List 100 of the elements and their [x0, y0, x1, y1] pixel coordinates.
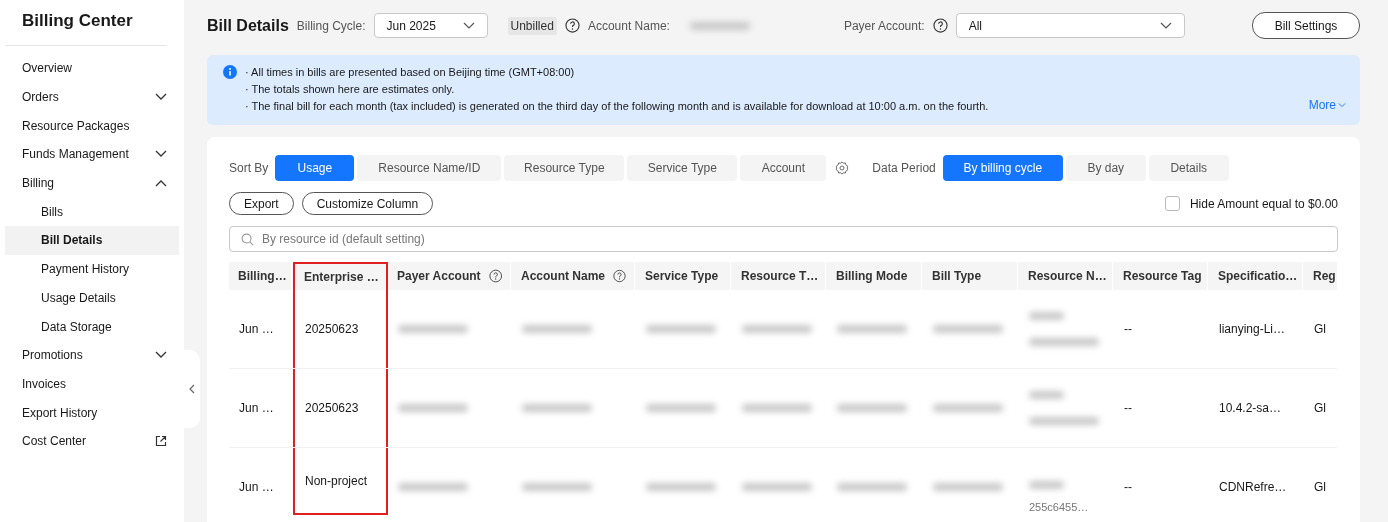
nav-subitem[interactable]: Payment History	[5, 254, 179, 284]
sort-option-tab[interactable]: Account	[740, 155, 827, 181]
column-header: Resource T…	[732, 262, 827, 290]
help-icon[interactable]	[564, 18, 580, 33]
checkbox[interactable]	[1164, 196, 1180, 211]
sort-option-tab[interactable]: Usage	[275, 155, 355, 181]
table-cell: --	[1124, 480, 1132, 494]
nav-subitem[interactable]: Bill Details	[5, 226, 179, 255]
data-period-tab[interactable]: Details	[1148, 155, 1229, 181]
chevron-icon	[155, 150, 167, 159]
redacted-text	[837, 325, 907, 333]
help-icon[interactable]	[932, 18, 948, 33]
column-header: Billing Mode	[827, 262, 923, 290]
column-header: Enterprise …	[293, 262, 388, 290]
bill-settings-button[interactable]: Bill Settings	[1252, 12, 1360, 39]
redacted-text	[1029, 312, 1064, 320]
redacted-text	[522, 325, 592, 333]
checkbox-label: Hide Amount equal to $0.00	[1189, 196, 1338, 211]
sort-by-label: Sort By	[229, 161, 269, 175]
chevron-icon	[155, 93, 167, 102]
redacted-text	[646, 325, 716, 333]
external-link-icon	[155, 435, 167, 448]
nav-item[interactable]: Cost Center	[5, 426, 179, 456]
redacted-text	[646, 404, 716, 412]
redacted-text	[522, 483, 592, 491]
page-title: Bill Details	[207, 16, 289, 35]
sort-option-tab[interactable]: Resource Type	[504, 155, 625, 181]
payer-account-label: Payer Account:	[843, 18, 925, 33]
column-header: Service Type	[636, 262, 732, 290]
table-cell: Jun …	[239, 322, 274, 336]
chevron-left-icon	[189, 384, 195, 394]
chevron-icon	[155, 179, 167, 188]
redacted-text	[1029, 391, 1064, 399]
more-link[interactable]: More	[1308, 98, 1346, 112]
table-cell: lianying-Li…	[1219, 322, 1286, 336]
data-period-label: Data Period	[872, 161, 936, 175]
redacted-text	[1029, 338, 1099, 346]
help-icon[interactable]	[613, 269, 626, 283]
table-cell: Jun …	[239, 480, 274, 494]
redacted-text	[742, 325, 812, 333]
redacted-text	[837, 483, 907, 491]
nav-item[interactable]: Overview	[5, 54, 179, 83]
nav-item[interactable]: Resource Packages	[5, 111, 179, 141]
info-icon	[223, 65, 237, 79]
help-icon[interactable]	[488, 269, 502, 283]
redacted-text	[742, 483, 812, 491]
notice-text: · The final bill for each month (tax included) is generated on the third day of the following month and is available for download at 10:00 a.m. on the fourth.	[245, 99, 989, 114]
search-field[interactable]: By resource id (default setting)	[229, 226, 1338, 252]
table-cell: 255c6455…	[1029, 501, 1089, 513]
redacted-text	[1029, 481, 1064, 489]
redacted-text	[398, 404, 468, 412]
nav-subitem[interactable]: Usage Details	[5, 283, 179, 313]
action-button[interactable]: Customize Column	[301, 192, 434, 215]
redacted-text	[398, 325, 468, 333]
chevron-down-icon	[462, 21, 475, 30]
search-icon	[241, 233, 254, 246]
table-cell: Non-project	[305, 473, 368, 488]
data-period-tab[interactable]: By billing cycle	[942, 155, 1063, 181]
redacted-text	[522, 404, 592, 412]
settings-icon[interactable]	[835, 161, 850, 175]
nav-subitem[interactable]: Bills	[5, 197, 179, 227]
table-cell: CDNRefre…	[1219, 480, 1287, 494]
nav-item[interactable]: Funds Management	[5, 140, 179, 169]
billing-cycle-select[interactable]: Jun 2025	[373, 13, 488, 38]
nav-item[interactable]: Billing	[5, 168, 179, 198]
nav-subitem[interactable]: Data Storage	[5, 312, 179, 341]
chevron-icon	[155, 351, 167, 360]
sort-option-tab[interactable]: Resource Name/ID	[357, 155, 502, 181]
nav-item[interactable]: Orders	[5, 82, 179, 112]
nav-item[interactable]: Promotions	[5, 340, 179, 370]
table-cell: Gl	[1314, 401, 1326, 415]
redacted-text	[1029, 417, 1099, 425]
column-header: Reg	[1312, 268, 1334, 285]
table-cell: --	[1124, 401, 1132, 415]
sort-option-tab[interactable]: Service Type	[627, 155, 738, 181]
column-header: Account Name	[512, 262, 636, 290]
redacted-text	[646, 483, 716, 491]
column-header: Resource N…	[1019, 262, 1114, 290]
table-cell: Gl	[1314, 322, 1326, 336]
redacted-text	[933, 404, 1003, 412]
payer-account-select[interactable]: All	[955, 13, 1185, 38]
table-cell: --	[1124, 322, 1132, 336]
column-header: Payer Account	[388, 262, 512, 290]
column-header: Resource Tag	[1114, 262, 1209, 290]
notice-text: · All times in bills are presented based on Beijing time (GMT+08:00)	[245, 65, 576, 80]
column-header: Billing…	[229, 262, 293, 290]
redacted-text	[933, 325, 1003, 333]
chevron-down-icon	[1338, 102, 1346, 108]
table-cell: 20250623	[305, 401, 359, 415]
redacted-text	[837, 404, 907, 412]
redacted-text	[933, 483, 1003, 491]
redacted-text	[742, 404, 812, 412]
nav-item[interactable]: Invoices	[5, 369, 179, 399]
table-cell: 20250623	[305, 322, 359, 336]
collapse-handle[interactable]	[184, 350, 200, 428]
action-button[interactable]: Export	[229, 192, 294, 215]
data-period-tab[interactable]: By day	[1065, 155, 1146, 181]
table-cell: Jun …	[239, 401, 274, 415]
nav-item[interactable]: Export History	[5, 398, 179, 427]
billing-cycle-label: Billing Cycle:	[296, 18, 366, 33]
